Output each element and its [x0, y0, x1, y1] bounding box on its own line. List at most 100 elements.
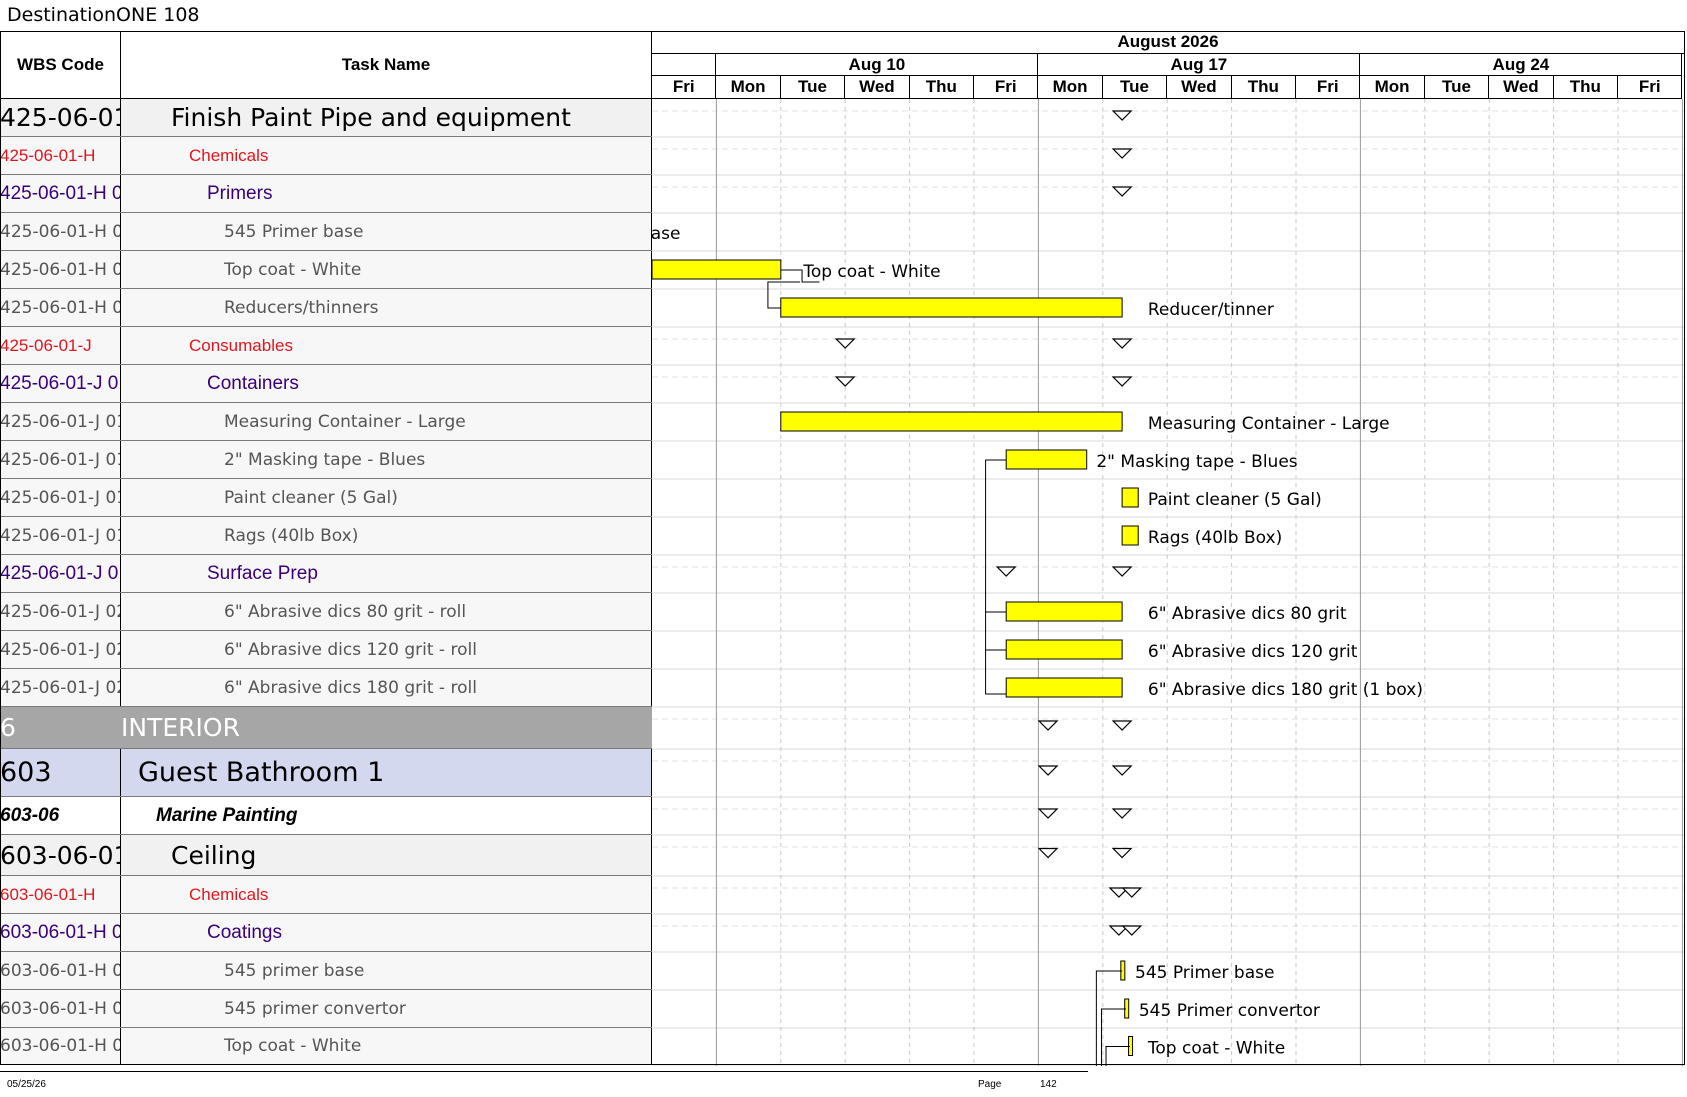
wbs-code-cell[interactable]: 603-06-01-H: [0, 876, 121, 913]
bar-paint-cleaner[interactable]: [1121, 487, 1139, 508]
task-row-item[interactable]: 425-06-01-H 01 Reducers/thinners: [0, 289, 652, 327]
task-name-cell[interactable]: Chemicals: [121, 876, 652, 913]
wbs-code-cell[interactable]: 603-06-01-H 01: [0, 952, 121, 989]
task-name-cell[interactable]: 6" Abrasive dics 80 grit - roll: [121, 593, 652, 630]
task-name-cell[interactable]: 545 Primer base: [121, 213, 652, 250]
wbs-code-cell[interactable]: 425-06-01-H 0: [0, 175, 121, 212]
bar-label-primer-base: ase: [652, 224, 680, 244]
task-name-cell[interactable]: Consumables: [121, 327, 652, 364]
wbs-code-cell[interactable]: 603-06: [0, 797, 121, 834]
wbs-code-cell[interactable]: 425-06-01-J 01: [0, 517, 121, 554]
wbs-code-cell[interactable]: 6: [0, 707, 121, 748]
week-blank: [652, 54, 717, 76]
task-row-sub[interactable]: 425-06-01-J 0 Containers: [0, 365, 652, 403]
wbs-code-cell[interactable]: 425-06-01-J 02: [0, 631, 121, 668]
wbs-code-cell[interactable]: 603-06-01: [0, 835, 121, 875]
task-row-item[interactable]: 425-06-01-J 02 6" Abrasive dics 180 grit …: [0, 669, 652, 707]
task-name-cell[interactable]: 6" Abrasive dics 120 grit - roll: [121, 631, 652, 668]
task-name-cell[interactable]: Marine Painting: [121, 797, 652, 834]
task-name-cell[interactable]: Top coat - White: [121, 251, 652, 288]
task-row-item[interactable]: 425-06-01-J 01 Rags (40lb Box): [0, 517, 652, 555]
wbs-code-cell[interactable]: 425-06-01-J 0: [0, 365, 121, 402]
task-name-cell[interactable]: Containers: [121, 365, 652, 402]
wbs-code-cell[interactable]: 425-06-01-J 01: [0, 403, 121, 440]
bar-masking-tape[interactable]: [1005, 449, 1088, 470]
task-row-item[interactable]: 603-06-01-H 01 545 primer base: [0, 952, 652, 990]
wbs-code-cell[interactable]: 425-06-01-J 01: [0, 479, 121, 516]
task-name-cell[interactable]: 6" Abrasive dics 180 grit - roll: [121, 669, 652, 706]
task-column-header[interactable]: Task Name: [121, 31, 652, 99]
task-row-group[interactable]: 425-06-01 Finish Paint Pipe and equipment: [0, 99, 652, 137]
summary-end-marker: [1111, 720, 1133, 731]
task-name-cell[interactable]: Rags (40lb Box): [121, 517, 652, 554]
task-name-cell[interactable]: Measuring Container - Large: [121, 403, 652, 440]
task-row-cat[interactable]: 425-06-01-H Chemicals: [0, 137, 652, 175]
wbs-code-cell[interactable]: 425-06-01-J 0: [0, 555, 121, 592]
bar-topcoat-white[interactable]: [652, 259, 782, 280]
task-name-cell[interactable]: Primers: [121, 175, 652, 212]
task-name-cell[interactable]: Chemicals: [121, 137, 652, 174]
task-name-cell[interactable]: Paint cleaner (5 Gal): [121, 479, 652, 516]
wbs-code-cell[interactable]: 603: [0, 749, 121, 796]
month-label: August 2026: [652, 31, 1685, 54]
bar-measuring-container[interactable]: [780, 411, 1123, 432]
task-name-cell[interactable]: 545 primer base: [121, 952, 652, 989]
wbs-code-cell[interactable]: 425-06-01-H 01: [0, 289, 121, 326]
app-title: DestinationONE 108: [7, 4, 200, 26]
task-name-cell[interactable]: Ceiling: [121, 835, 652, 875]
day-label: Fri: [1618, 76, 1683, 99]
bar-reducers[interactable]: [780, 297, 1123, 318]
day-label: Thu: [1553, 76, 1618, 99]
task-row-item[interactable]: 425-06-01-H 01 545 Primer base: [0, 213, 652, 251]
wbs-code-cell[interactable]: 425-06-01-J 01: [0, 441, 121, 478]
task-row-item[interactable]: 425-06-01-J 02 6" Abrasive dics 80 grit -…: [0, 593, 652, 631]
task-row-sub[interactable]: 425-06-01-H 0 Primers: [0, 175, 652, 213]
wbs-code-cell[interactable]: 425-06-01-J 02: [0, 593, 121, 630]
bar-label-rags: Rags (40lb Box): [1148, 528, 1282, 548]
wbs-column-header[interactable]: WBS Code: [0, 31, 121, 99]
task-row-sub[interactable]: 425-06-01-J 0 Surface Prep: [0, 555, 652, 593]
task-row-group[interactable]: 603-06-01 Ceiling: [0, 835, 652, 876]
task-name-cell[interactable]: Guest Bathroom 1: [121, 749, 652, 796]
task-name-cell[interactable]: Top coat - White: [121, 1028, 652, 1064]
task-row-cat[interactable]: 425-06-01-J Consumables: [0, 327, 652, 365]
wbs-code-cell[interactable]: 603-06-01-H 01: [0, 990, 121, 1027]
bar-abrasive-80[interactable]: [1005, 601, 1123, 622]
task-name-cell[interactable]: INTERIOR: [121, 707, 652, 748]
task-row-item[interactable]: 603-06-01-H 01 Top coat - White: [0, 1028, 652, 1065]
task-row-bath[interactable]: 603 Guest Bathroom 1: [0, 749, 652, 797]
task-name-cell[interactable]: Coatings: [121, 914, 652, 951]
task-row-item[interactable]: 603-06-01-H 01 545 primer convertor: [0, 990, 652, 1028]
task-row-item[interactable]: 425-06-01-J 01 Paint cleaner (5 Gal): [0, 479, 652, 517]
task-name-cell[interactable]: Finish Paint Pipe and equipment: [121, 99, 652, 136]
wbs-code-cell[interactable]: 425-06-01-J 02: [0, 669, 121, 706]
task-name-cell[interactable]: Surface Prep: [121, 555, 652, 592]
task-name-cell[interactable]: 2" Masking tape - Blues: [121, 441, 652, 478]
task-row-cat[interactable]: 603-06-01-H Chemicals: [0, 876, 652, 914]
task-name-cell[interactable]: 545 primer convertor: [121, 990, 652, 1027]
footer-rule: [0, 1071, 1088, 1072]
wbs-code-cell[interactable]: 603-06-01-H 01: [0, 1028, 121, 1064]
task-name-cell[interactable]: Reducers/thinners: [121, 289, 652, 326]
bar-label-abr180: 6" Abrasive dics 180 grit (1 box): [1148, 680, 1423, 700]
bar-rags[interactable]: [1121, 525, 1139, 546]
week-label: Aug 17: [1038, 54, 1361, 76]
wbs-code-cell[interactable]: 603-06-01-H 0: [0, 914, 121, 951]
task-row-item[interactable]: 425-06-01-J 02 6" Abrasive dics 120 grit …: [0, 631, 652, 669]
day-label: Wed: [1167, 76, 1232, 99]
task-row-item[interactable]: 425-06-01-H 01 Top coat - White: [0, 251, 652, 289]
bar-abrasive-180[interactable]: [1005, 677, 1123, 698]
task-row-section[interactable]: 6 INTERIOR: [0, 707, 652, 749]
task-row-paint[interactable]: 603-06 Marine Painting: [0, 797, 652, 835]
wbs-code-cell[interactable]: 425-06-01-H 01: [0, 251, 121, 288]
task-row-item[interactable]: 425-06-01-J 01 2" Masking tape - Blues: [0, 441, 652, 479]
task-row-item[interactable]: 425-06-01-J 01 Measuring Container - Larg…: [0, 403, 652, 441]
bar-label-measuring: Measuring Container - Large: [1148, 414, 1390, 434]
bar-abrasive-120[interactable]: [1005, 639, 1123, 660]
summary-end-marker: [1111, 808, 1133, 819]
wbs-code-cell[interactable]: 425-06-01-J: [0, 327, 121, 364]
wbs-code-cell[interactable]: 425-06-01-H: [0, 137, 121, 174]
wbs-code-cell[interactable]: 425-06-01-H 01: [0, 213, 121, 250]
wbs-code-cell[interactable]: 425-06-01: [0, 99, 121, 136]
task-row-sub[interactable]: 603-06-01-H 0 Coatings: [0, 914, 652, 952]
